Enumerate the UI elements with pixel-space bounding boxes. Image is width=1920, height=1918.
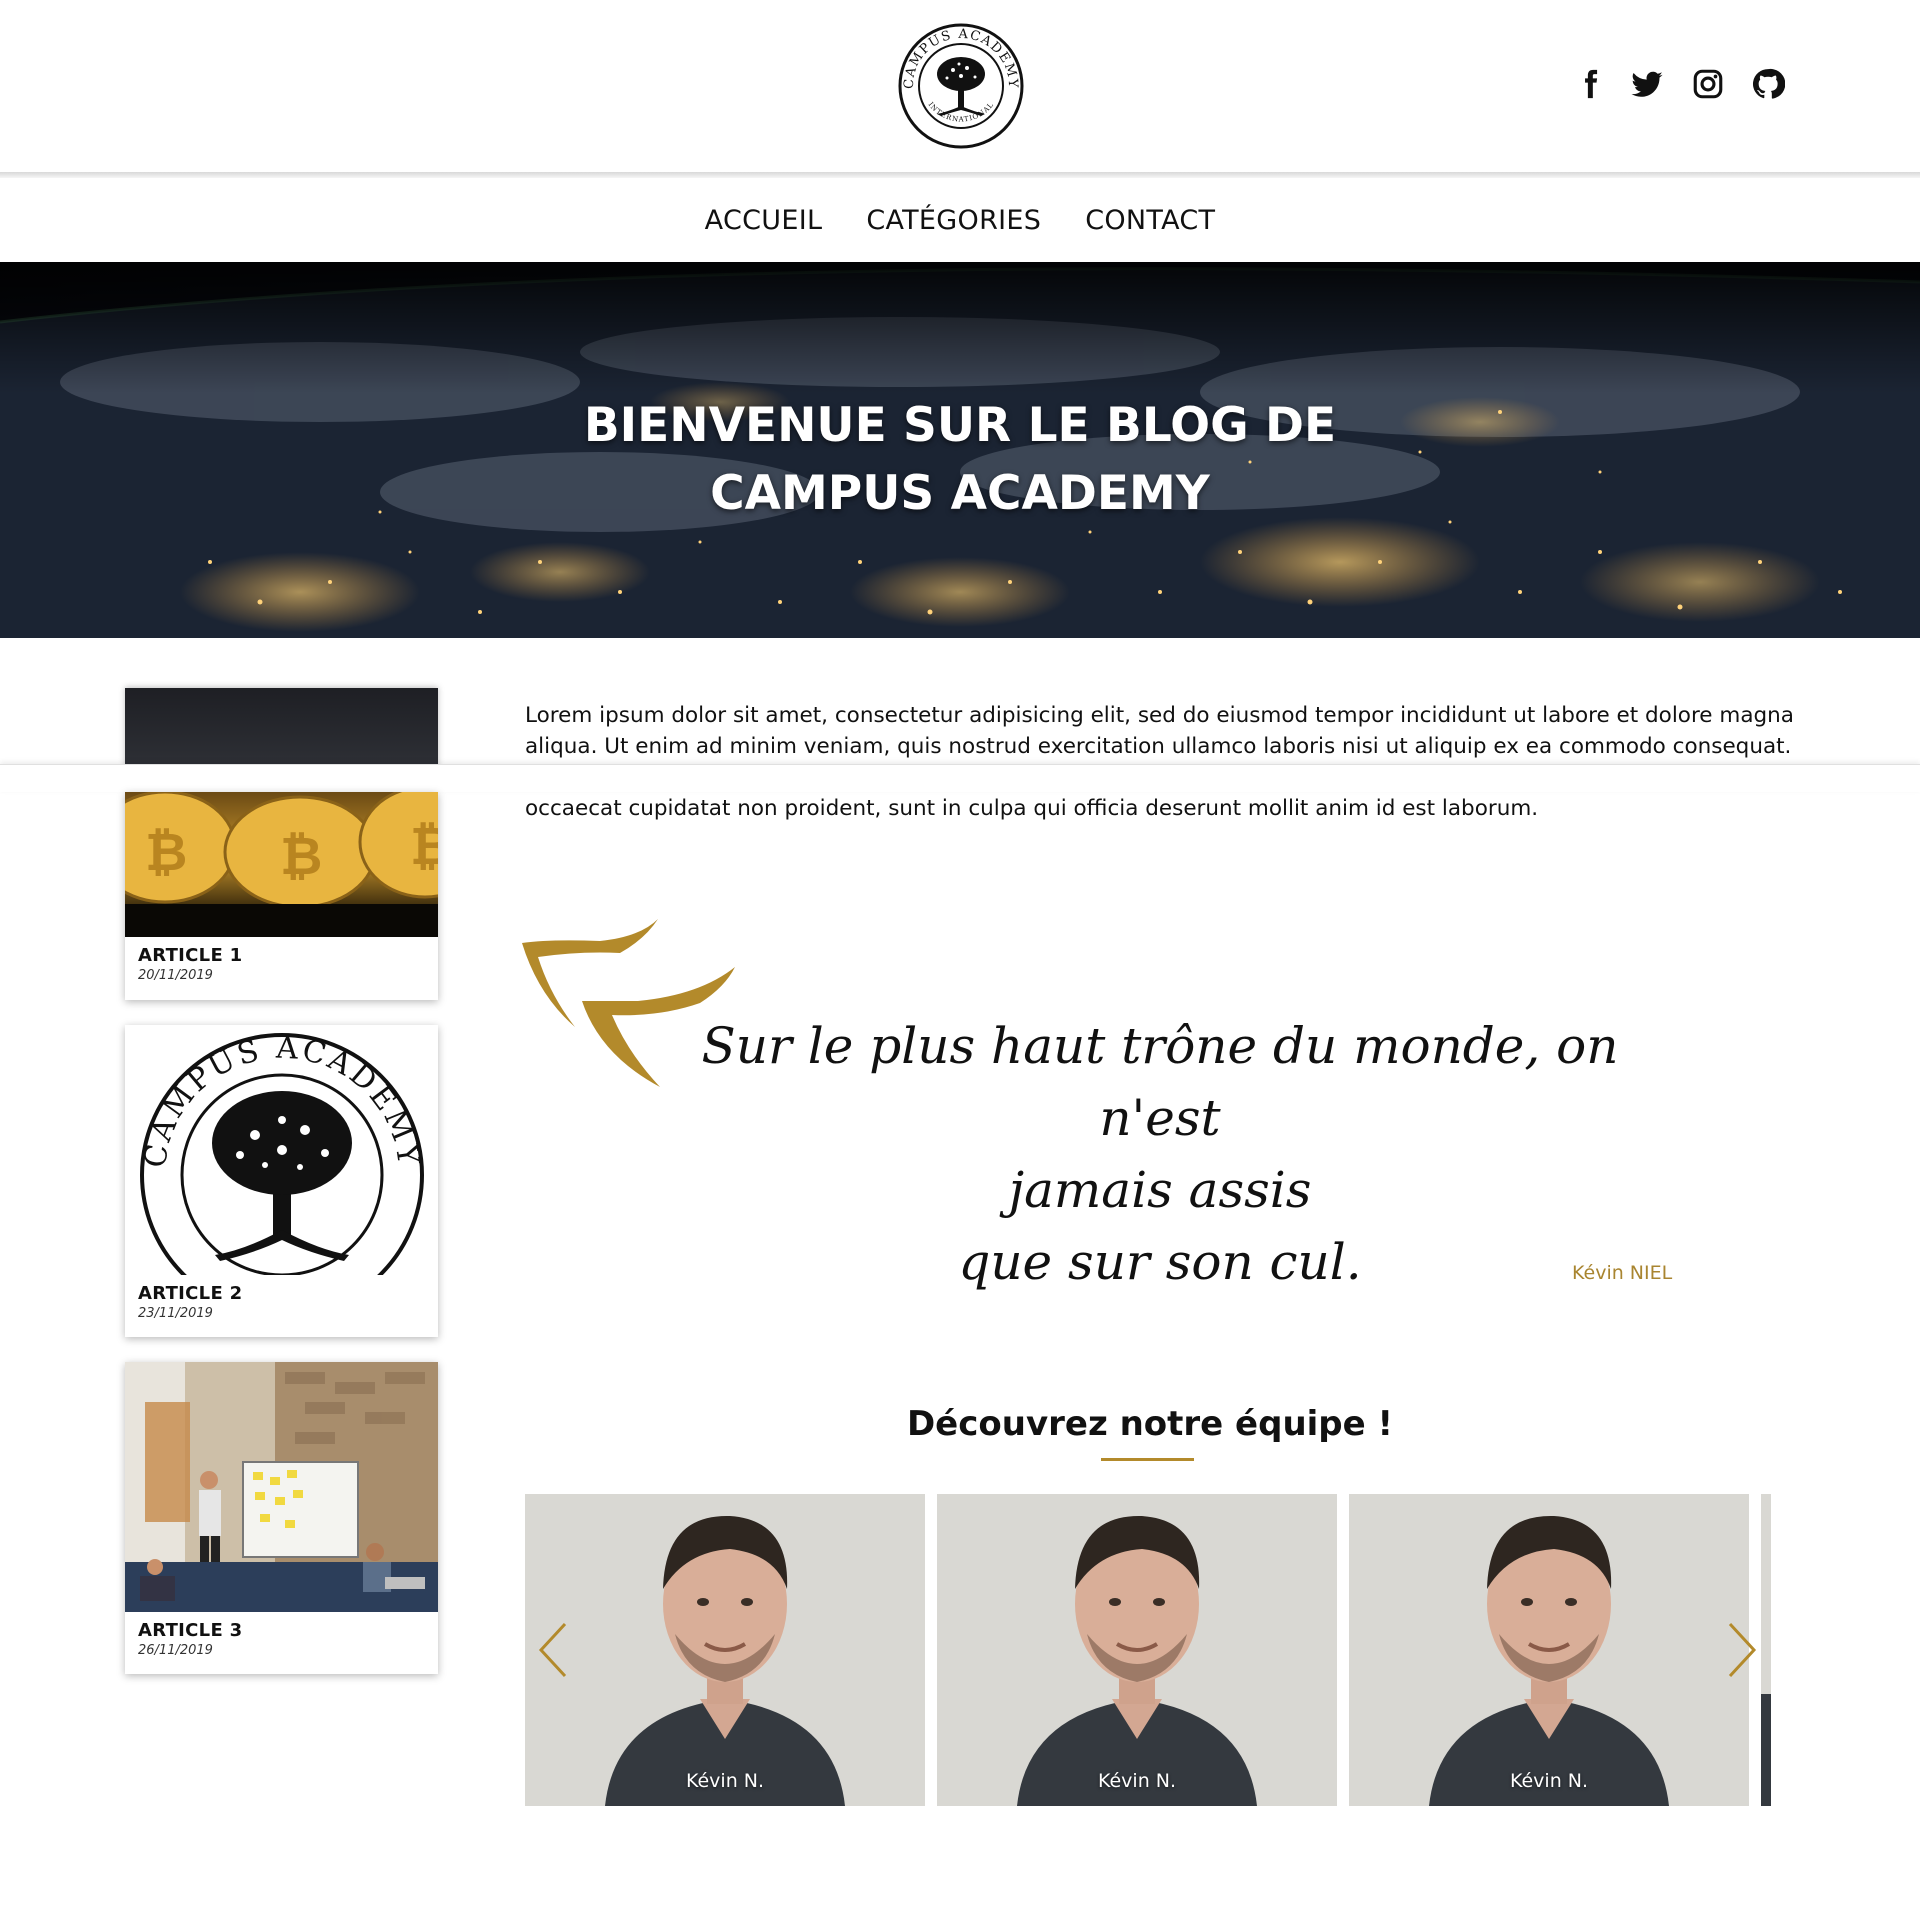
section-overlap <box>0 764 1920 792</box>
team-member-card[interactable]: Kévin N. <box>1349 1494 1749 1806</box>
campus-academy-logo-image: CAMPUS ACADEMY <box>138 1031 424 1275</box>
team-section-title: Découvrez notre équipe ! <box>906 1404 1394 1444</box>
article-3-title: ARTICLE 3 <box>138 1620 243 1641</box>
article-1-image: ₿ ₿ ₿ <box>125 792 438 937</box>
team-member-card[interactable]: Kévin N. <box>937 1494 1337 1806</box>
article-2-title: ARTICLE 2 <box>138 1283 243 1304</box>
quote-line-3: que sur son cul. <box>958 1233 1362 1291</box>
hero-title-line2: CAMPUS ACADEMY <box>710 466 1210 521</box>
hero-title-line1: BIENVENUE SUR LE BLOG DE <box>583 398 1337 453</box>
svg-text:₿: ₿ <box>145 823 187 883</box>
article-1-image <box>125 688 438 768</box>
team-member-name: Kévin N. <box>685 1770 765 1792</box>
office-meeting-image <box>125 1362 438 1612</box>
svg-text:₿: ₿ <box>410 817 438 877</box>
carousel-prev-arrow-icon[interactable] <box>535 1618 575 1682</box>
top-header: CAMPUS ACADEMY INTERNATIONAL <box>0 0 1920 180</box>
instagram-icon[interactable] <box>1689 64 1727 104</box>
article-2-image: CAMPUS ACADEMY <box>125 1025 438 1275</box>
team-member-name: Kévin N. <box>1097 1770 1177 1792</box>
quote-line-1: Sur le plus haut trône du monde, on n'es… <box>701 1017 1619 1147</box>
facebook-icon[interactable] <box>1572 64 1608 104</box>
article-card-1[interactable]: ₿ ₿ ₿ ARTICLE 1 20/11/2019 <box>125 792 438 1000</box>
campus-academy-logo[interactable]: CAMPUS ACADEMY INTERNATIONAL <box>897 22 1025 150</box>
article-1-date: 20/11/2019 <box>138 968 213 983</box>
article-card-3[interactable]: ARTICLE 3 26/11/2019 <box>125 1362 438 1674</box>
article-card-2[interactable]: CAMPUS ACADEMY ARTICLE 2 23/11/2019 <box>125 1025 438 1337</box>
article-3-date: 26/11/2019 <box>138 1643 213 1658</box>
article-3-image <box>125 1362 438 1612</box>
quote-line-2: jamais assis <box>1008 1161 1312 1219</box>
article-1-title: ARTICLE 1 <box>138 945 243 966</box>
quote-author: Kévin NIEL <box>1572 1262 1673 1284</box>
nav-contact[interactable]: CONTACT <box>1085 205 1215 236</box>
github-icon[interactable] <box>1749 64 1787 104</box>
team-member-photo <box>937 1494 1337 1806</box>
nav-accueil[interactable]: ACCUEIL <box>705 205 823 236</box>
team-member-card-partial <box>1761 1494 1771 1806</box>
bitcoin-coins-image: ₿ ₿ ₿ <box>125 792 438 937</box>
team-member-photo <box>1349 1494 1749 1806</box>
main-nav: ACCUEIL CATÉGORIES CONTACT <box>0 178 1920 262</box>
team-member-photo <box>525 1494 925 1806</box>
team-member-card[interactable]: Kévin N. <box>525 1494 925 1806</box>
nav-categories[interactable]: CATÉGORIES <box>866 205 1041 236</box>
intro-line-3: occaecat cupidatat non proident, sunt in… <box>525 796 1539 821</box>
intro-line-2: aliqua. Ut enim ad minim veniam, quis no… <box>525 734 1792 759</box>
intro-line-1: Lorem ipsum dolor sit amet, consectetur … <box>525 703 1794 728</box>
team-member-name: Kévin N. <box>1509 1770 1589 1792</box>
hero-title: BIENVENUE SUR LE BLOG DE CAMPUS ACADEMY <box>0 392 1920 528</box>
team-title-underline <box>1101 1458 1194 1461</box>
hero-banner: BIENVENUE SUR LE BLOG DE CAMPUS ACADEMY <box>0 262 1920 638</box>
carousel-next-arrow-icon[interactable] <box>1720 1618 1760 1682</box>
twitter-icon[interactable] <box>1627 64 1667 104</box>
quote-text: Sur le plus haut trône du monde, on n'es… <box>700 1010 1620 1298</box>
svg-text:₿: ₿ <box>280 827 322 887</box>
article-2-date: 23/11/2019 <box>138 1306 213 1321</box>
article-card-1-top[interactable] <box>125 688 438 768</box>
